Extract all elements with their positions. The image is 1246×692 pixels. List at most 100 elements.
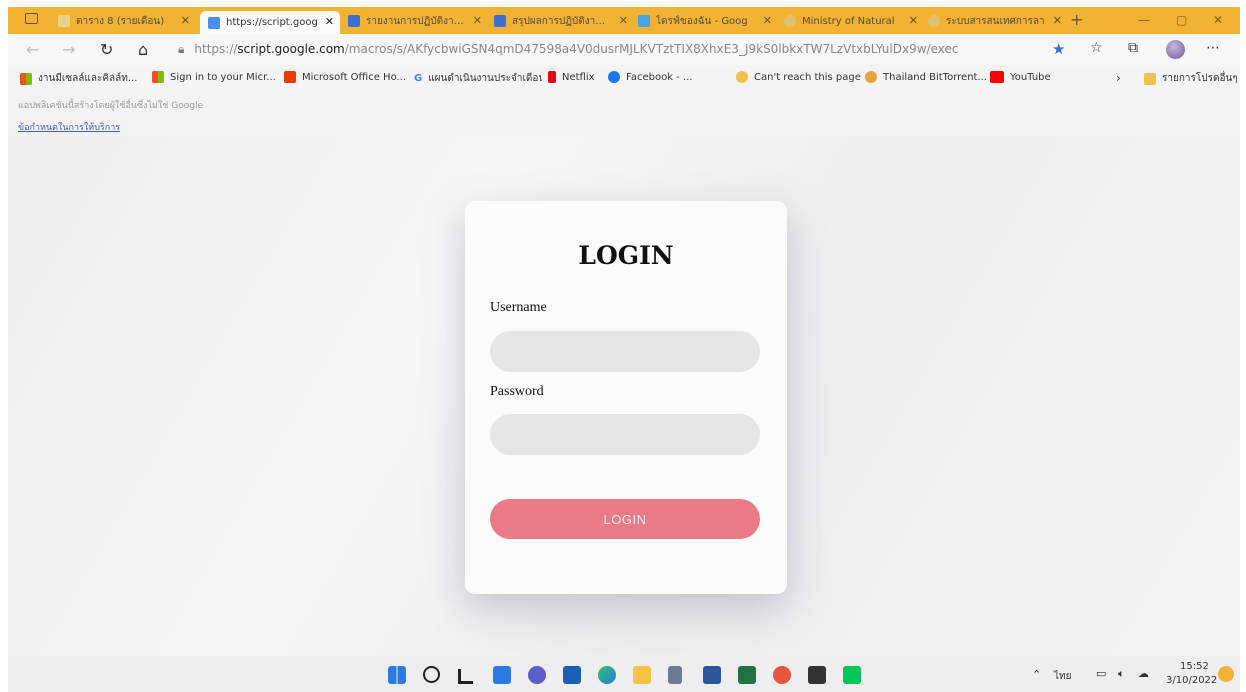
tab-title: รายงานการปฏิบัติงานประจำเดือน ๑ [366,15,466,27]
tab-title: ระบบสารสนเทศการลา [946,15,1045,27]
page-content: แอปพลิเคชันนี้สร้างโดยผู้ใช้อื่นซึ่งไม่ใ… [8,92,1240,656]
office-app-icon[interactable] [773,666,791,684]
login-title: LOGIN [578,241,674,270]
globe-icon [784,15,796,27]
close-icon[interactable]: ✕ [619,14,628,27]
window-close-icon[interactable]: ✕ [1213,13,1223,27]
terms-link[interactable]: ข้อกำหนดในการให้บริการ [18,120,120,134]
onedrive-icon[interactable]: ☁︎ [1138,667,1149,680]
address-bar-row: ← → ↻ ⌂ 🔒︎ https://script.google.com/mac… [8,34,1240,65]
tab-title: https://script.goog [226,17,318,28]
minimize-icon[interactable]: — [1138,13,1150,27]
globe-icon [928,15,940,27]
tab-6[interactable]: Ministry of Natural ✕ [784,10,924,32]
bookmark-item[interactable]: Can't reach this page [736,71,861,83]
file-explorer-icon[interactable] [633,666,651,684]
clock-time[interactable]: 15:52 [1180,661,1209,672]
bookmark-item[interactable]: Facebook - ... [608,71,693,83]
word-icon[interactable] [703,666,721,684]
chevron-up-icon[interactable]: ⌃ [1032,668,1041,681]
address-input[interactable]: 🔒︎ https://script.google.com/macros/s/AK… [178,38,1058,60]
bookmark-item[interactable]: งานมีเซลล์และคิลล์ท... [20,71,137,86]
task-view-icon[interactable] [493,666,511,684]
close-icon[interactable]: ✕ [909,14,918,27]
username-label: Username [490,300,547,315]
maximize-icon[interactable]: ▢ [1176,13,1187,27]
bookmark-item[interactable]: Thailand BitTorrent... [865,71,987,83]
mail-icon[interactable] [563,666,581,684]
calculator-icon[interactable] [668,666,682,684]
new-tab-icon[interactable]: + [1070,10,1083,29]
tab-5[interactable]: ไดรฟ์ของฉัน - Goog ✕ [638,10,778,32]
bookmark-item[interactable]: Sign in to your Micr... [152,71,276,83]
password-label: Password [490,384,544,399]
apps-script-warning-bar: แอปพลิเคชันนี้สร้างโดยผู้ใช้อื่นซึ่งไม่ใ… [8,92,1240,136]
favorites-icon[interactable]: ☆ [1090,40,1103,56]
bookmark-item[interactable]: Microsoft Office Ho... [284,71,406,83]
close-icon[interactable]: ✕ [473,14,482,27]
volume-icon[interactable]: 🔈︎ [1118,667,1125,681]
chat-icon[interactable] [528,666,546,684]
bookmark-item[interactable]: YouTube [990,71,1051,83]
other-favorites[interactable]: รายการโปรดอื่นๆ [1144,71,1238,86]
tab-1[interactable]: ตาราง 8 (รายเดือน) ✕ [58,10,196,32]
password-input[interactable] [490,414,760,455]
username-input[interactable] [490,331,760,372]
facebook-icon [608,71,620,83]
tab-7[interactable]: ระบบสารสนเทศการลา ✕ [928,10,1068,32]
clock-app-icon[interactable] [808,666,826,684]
system-tray: ⌃ ไทย ▭ 🔈︎ ☁︎ 15:52 3/10/2022 [1020,656,1240,692]
home-icon[interactable]: ⌂ [138,40,148,59]
office-icon [284,71,296,83]
bookmark-item[interactable]: Netflix [548,71,595,83]
url-path: /macros/s/AKfycbwiGSN4qmD47598a4V0dusrMJ… [344,42,959,56]
folder-icon [1144,72,1156,85]
network-icon[interactable]: ▭ [1096,667,1106,680]
favorite-star-icon[interactable]: ★ [1052,40,1065,58]
notification-icon[interactable] [1218,666,1234,682]
start-icon[interactable] [388,666,406,684]
tab-title: ไดรฟ์ของฉัน - Goog [656,15,748,27]
youtube-icon [990,71,1004,83]
close-icon[interactable]: ✕ [763,14,772,27]
edge-icon[interactable] [598,666,616,684]
sidebar-toggle-icon[interactable] [25,13,38,24]
apps-script-icon [208,16,220,29]
tab-title: ตาราง 8 (รายเดือน) [76,15,165,27]
netflix-icon [548,71,556,83]
apps-icon [20,72,32,85]
chevron-right-icon[interactable]: › [1116,71,1121,85]
lock-icon: 🔒︎ [178,41,185,56]
tab-title: Ministry of Natural [802,15,895,27]
tab-4[interactable]: สรุปผลการปฏิบัติงาน 65 ✕ [494,10,634,32]
forward-icon[interactable]: → [62,40,75,59]
taskbar: ⌃ ไทย ▭ 🔈︎ ☁︎ 15:52 3/10/2022 [8,656,1240,692]
login-button[interactable]: LOGIN [490,499,760,539]
line-icon[interactable] [843,666,861,684]
input-language[interactable]: ไทย [1054,669,1071,684]
close-icon[interactable]: ✕ [325,15,334,28]
close-icon[interactable]: ✕ [1053,14,1062,27]
refresh-icon[interactable]: ↻ [100,40,113,59]
warning-icon [736,71,748,83]
tab-3[interactable]: รายงานการปฏิบัติงานประจำเดือน ๑ ✕ [348,10,488,32]
bookmarks-bar: งานมีเซลล์และคิลล์ท... Sign in to your M… [8,65,1240,92]
close-icon[interactable]: ✕ [181,14,190,27]
more-menu-icon[interactable]: ⋯ [1206,40,1220,56]
tab-title: สรุปผลการปฏิบัติงาน 65 [512,15,612,27]
forms-icon [494,15,506,27]
bittorrent-icon [865,71,877,83]
collections-icon[interactable]: ⧉ [1128,40,1138,56]
bookmark-item[interactable]: Gแผนดำเนินงานประจำเดือน... [414,71,542,86]
profile-avatar[interactable] [1166,40,1185,59]
clock-date[interactable]: 3/10/2022 [1166,675,1217,686]
tab-2-active[interactable]: https://script.goog ✕ [200,11,340,34]
sheets-icon [58,15,70,27]
widgets-icon[interactable] [458,669,473,684]
excel-icon[interactable] [738,666,756,684]
search-icon[interactable] [423,666,440,683]
microsoft-icon [152,71,164,83]
url-host: script.google.com [237,42,345,56]
back-icon[interactable]: ← [26,40,39,59]
drive-icon [638,15,650,27]
